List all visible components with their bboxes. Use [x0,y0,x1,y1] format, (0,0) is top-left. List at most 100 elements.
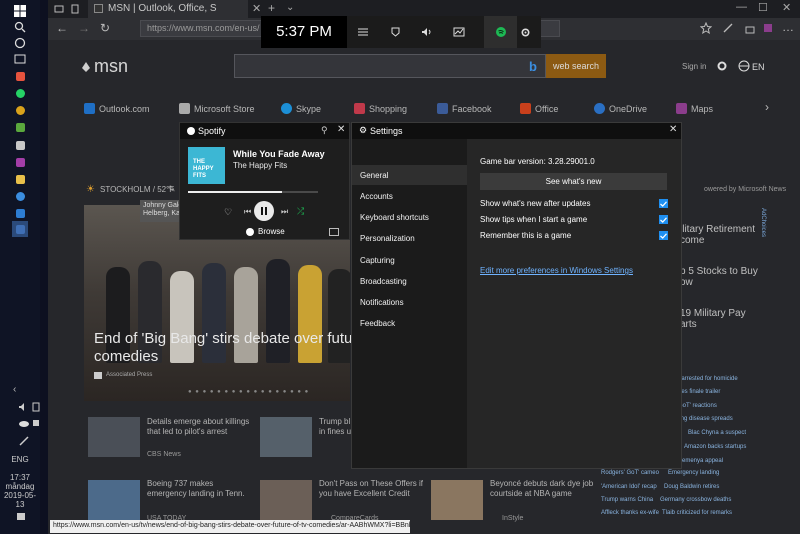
minimize-icon[interactable]: — [736,1,747,13]
settings-gear-icon[interactable] [509,16,541,48]
windows-settings-link[interactable]: Edit more preferences in Windows Setting… [480,266,633,275]
msn-search-input[interactable]: b [234,54,546,78]
app-red-icon[interactable] [12,68,28,84]
trending-item[interactable]: 'American Idol' recap [601,484,657,490]
weather-label[interactable]: STOCKHOLM / 52°F [100,185,174,194]
trending-item[interactable]: Trump warns China [601,497,653,503]
trending-item[interactable]: Semenya appeal [678,458,723,464]
nav-onedrive[interactable]: OneDrive [594,103,647,114]
settings-menu-keyboard-shortcuts[interactable]: Keyboard shortcuts [360,213,429,222]
start-windows-icon[interactable] [12,3,28,19]
audio-widget-icon[interactable] [411,16,443,48]
show-hidden-icons-chevron-icon[interactable]: ‹ [13,384,16,395]
onenote-icon[interactable] [12,154,28,170]
new-tab-icon[interactable]: + [268,1,275,15]
hero-headline[interactable]: End of 'Big Bang' stirs debate over futu… [94,330,374,366]
volume-icon[interactable] [18,402,28,412]
settings-menu-notifications[interactable]: Notifications [360,298,404,307]
right-story[interactable]: 19 Military Pay arts [680,308,746,330]
settings-menu-personalization[interactable]: Personalization [360,234,415,243]
ad-choices-link[interactable]: AdChoices [760,208,766,237]
favorites-star-icon[interactable] [700,22,712,34]
hero-carousel-dots[interactable]: ● ● ● ● ● ● ● ● ● ● ● ● ● ● ● ● ● [188,389,309,395]
remember-game-checkbox[interactable] [659,231,668,240]
news-thumbnail[interactable] [88,417,140,457]
news-headline[interactable]: Beyoncé debuts dark dye job courtside at … [490,479,593,499]
more-menu-icon[interactable]: … [782,20,794,34]
right-story[interactable]: p 5 Stocks to Buy ow [680,266,758,288]
globe-icon[interactable] [738,60,750,72]
performance-widget-icon[interactable] [443,16,475,48]
close-window-icon[interactable]: ✕ [782,1,791,14]
nav-microsoft-store[interactable]: Microsoft Store [179,103,255,114]
news-thumbnail[interactable] [431,480,483,520]
network-icon[interactable] [32,419,40,427]
capture-widget-icon[interactable] [379,16,411,48]
news-headline[interactable]: Boeing 737 makes emergency landing in Ten… [147,479,245,499]
store-icon[interactable] [12,205,28,221]
trending-item[interactable]: Doug Baldwin retires [664,484,719,490]
settings-menu-feedback[interactable]: Feedback [360,319,395,328]
progress-track[interactable] [188,191,318,193]
active-app-icon[interactable] [12,221,28,237]
close-widget-icon[interactable]: ✕ [337,124,345,135]
news-headline[interactable]: Don't Pass on These Offers if you have Ex… [319,479,423,499]
trending-item[interactable]: Affleck thanks ex-wife [601,510,659,516]
trending-item[interactable]: Rodgers' GoT' cameo [601,470,659,476]
back-arrow-icon[interactable]: ← [56,21,68,35]
task-view-icon[interactable] [12,51,28,67]
trending-item[interactable]: ling disease spreads [678,416,733,422]
close-widget-icon[interactable]: ✕ [669,124,677,135]
tab-msn[interactable]: MSN | Outlook, Office, S [88,0,248,18]
tab-preview-icon[interactable] [70,4,80,14]
locale-label[interactable]: EN [752,62,765,72]
nav-next-chevron-icon[interactable]: › [765,100,769,114]
trending-item[interactable]: ries finale trailer [678,389,720,395]
app-green-icon[interactable] [12,119,28,135]
pause-button[interactable] [254,201,274,221]
settings-menu-capturing[interactable]: Capturing [360,256,395,265]
clock[interactable]: 17:37 måndag 2019-05-13 [0,473,40,509]
forward-arrow-icon[interactable]: → [78,21,90,35]
open-app-icon[interactable] [329,228,339,236]
nav-maps[interactable]: Maps [676,103,713,114]
share-icon[interactable] [744,22,756,34]
previous-track-icon[interactable]: ⏮ [244,207,251,217]
trending-item[interactable]: Tlaib criticized for remarks [662,510,732,516]
shuffle-icon[interactable]: ⤮ [297,206,304,217]
nav-shopping[interactable]: Shopping [354,103,407,114]
battery-icon[interactable] [32,402,40,412]
settings-gear-icon[interactable] [716,60,728,72]
settings-menu-broadcasting[interactable]: Broadcasting [360,277,407,286]
chrome-icon[interactable] [12,102,28,118]
refresh-icon[interactable]: ↻ [100,21,110,35]
right-story[interactable]: ilitary Retirement come [680,224,755,246]
app-grey-icon[interactable] [12,137,28,153]
trending-item[interactable]: Blac Chyna a suspect [688,430,746,436]
news-headline[interactable]: Trump bl in fines un [319,417,355,437]
nav-facebook[interactable]: Facebook [437,103,492,114]
tab-list-chevron-icon[interactable]: ⌄ [286,2,294,13]
whats-new-checkbox[interactable] [659,199,668,208]
trending-item[interactable]: GoT' reactions [678,403,717,409]
game-bar-menu-icon[interactable] [347,16,379,48]
see-whats-new-button[interactable]: See what's new [480,173,667,190]
notes-icon[interactable] [722,22,734,34]
pen-icon[interactable] [19,436,29,446]
cortana-icon[interactable] [12,35,28,51]
next-track-icon[interactable]: ⏭ [281,207,288,217]
news-headline[interactable]: Details emerge about killings that led to… [147,417,249,437]
action-center-icon[interactable] [16,512,26,522]
tab-actions-icon[interactable] [54,4,64,14]
msn-logo[interactable]: msn [94,56,128,77]
news-thumbnail[interactable] [88,480,140,520]
language-indicator[interactable]: ENG [0,455,40,464]
like-heart-icon[interactable]: ♡ [224,207,232,218]
news-thumbnail[interactable] [260,480,312,520]
trending-item[interactable]: Germany crossbow deaths [660,497,731,503]
show-tips-checkbox[interactable] [659,215,668,224]
extension-icon[interactable] [762,22,774,34]
whatsapp-icon[interactable] [12,85,28,101]
search-icon[interactable] [12,19,28,35]
trending-item[interactable]: t arrested for homicide [678,376,738,382]
